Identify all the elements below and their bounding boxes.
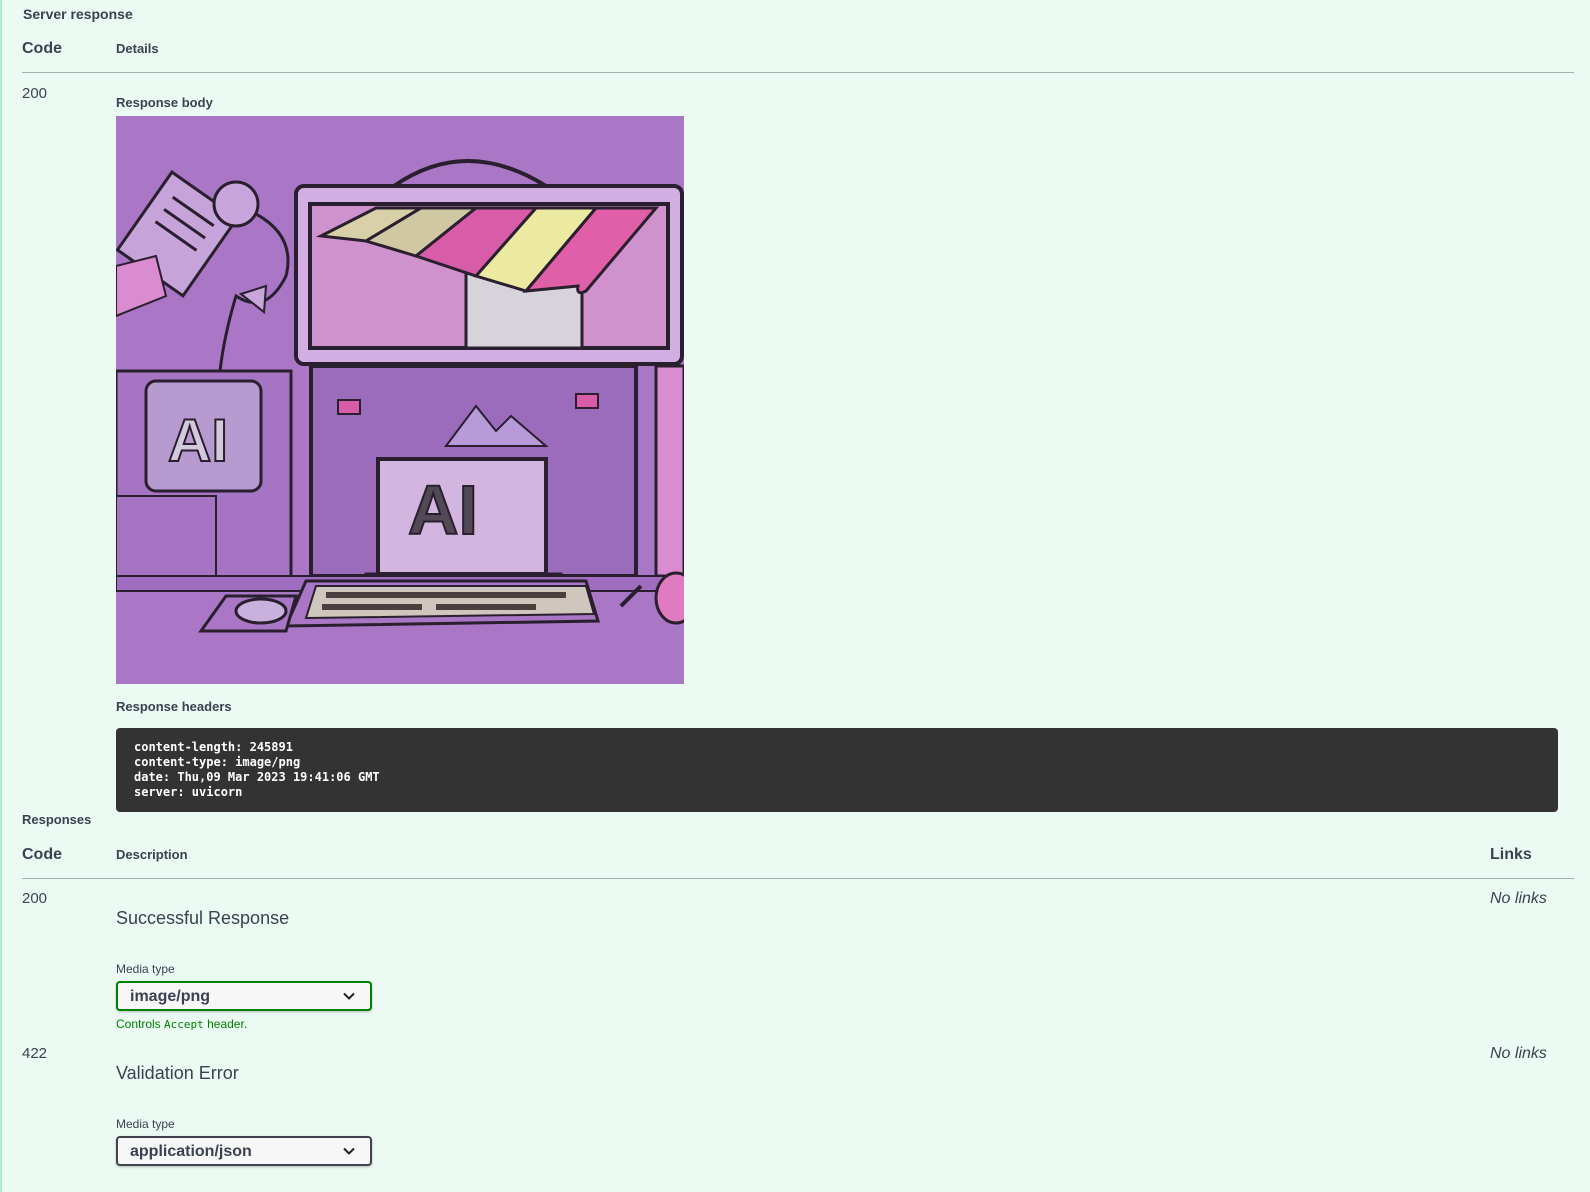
response-description: Validation Error	[116, 1063, 239, 1083]
chevron-down-icon	[343, 1147, 355, 1155]
media-type-value: image/png	[130, 988, 211, 1005]
media-type-select[interactable]: application/json	[116, 1136, 372, 1166]
controls-prefix: Controls	[116, 1017, 165, 1031]
response-headers-block: content-length: 245891 content-type: ima…	[116, 728, 1558, 812]
controls-suffix: header.	[203, 1017, 248, 1031]
media-type-select[interactable]: image/png	[116, 981, 372, 1011]
response-body-label: Response body	[116, 95, 213, 110]
header-line: content-length: 245891	[134, 740, 293, 754]
opblock-left-border	[0, 0, 2, 1192]
ai-logo-text-laptop: AI	[408, 471, 478, 549]
response-links: No links	[1490, 890, 1547, 907]
response-description: Successful Response	[116, 908, 290, 928]
media-type-label: Media type	[116, 962, 175, 976]
header-line: content-type: image/png	[134, 755, 301, 769]
divider	[22, 72, 1574, 73]
chevron-down-icon	[343, 992, 355, 1000]
response-body-image: AI AI	[116, 116, 684, 684]
response-code-200: 200	[22, 890, 48, 907]
responses-code-header: Code	[22, 846, 62, 863]
responses-links-header: Links	[1490, 846, 1532, 863]
server-response-title: Server response	[23, 6, 133, 22]
controls-accept-hint: Controls Accept header.	[116, 1017, 247, 1031]
response-code-422: 422	[22, 1045, 48, 1062]
media-type-label: Media type	[116, 1117, 175, 1131]
controls-code: Accept	[164, 1018, 204, 1031]
response-links: No links	[1490, 1045, 1547, 1062]
header-line: server: uvicorn	[134, 785, 243, 799]
divider	[22, 878, 1574, 879]
media-type-value: application/json	[130, 1143, 252, 1160]
ai-logo-text-left: AI	[168, 407, 228, 474]
responses-description-header: Description	[116, 847, 188, 862]
header-line: date: Thu,09 Mar 2023 19:41:06 GMT	[134, 770, 380, 784]
responses-title: Responses	[22, 812, 92, 827]
server-response-details-header: Details	[116, 41, 159, 56]
response-headers-label: Response headers	[116, 699, 232, 714]
server-response-code-header: Code	[22, 40, 62, 57]
server-response-code: 200	[22, 85, 48, 102]
